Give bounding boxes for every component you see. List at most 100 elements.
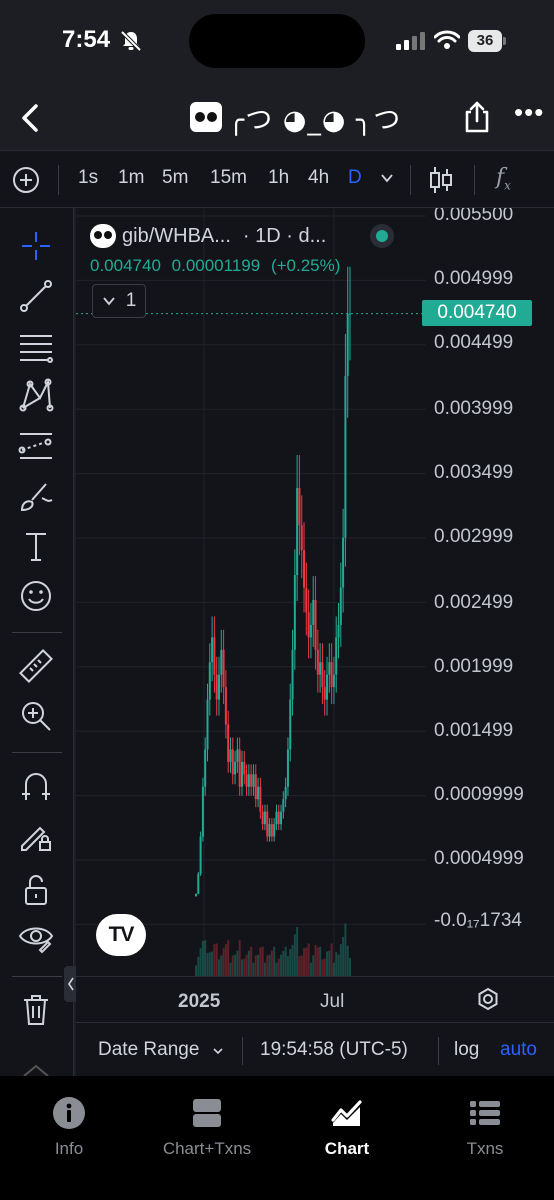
nav-header: ╭つ ◕_◕ ╮つ ••• xyxy=(0,84,554,150)
pattern-tool-icon[interactable] xyxy=(18,378,54,414)
volume-bar xyxy=(254,955,257,976)
volume-bar xyxy=(252,962,255,976)
candlestick-type-icon[interactable] xyxy=(428,165,454,195)
text-tool-icon[interactable] xyxy=(18,528,54,564)
settings-gear-icon[interactable] xyxy=(476,987,500,1011)
zoom-in-icon[interactable] xyxy=(18,698,54,734)
tab-txns[interactable]: Txns xyxy=(420,1096,550,1166)
chevron-down-icon[interactable] xyxy=(380,171,394,185)
candle-body xyxy=(323,687,326,700)
magnet-icon[interactable] xyxy=(18,768,54,804)
volume-bar xyxy=(303,948,306,976)
candle-body xyxy=(229,749,232,762)
volume-bar xyxy=(286,956,289,976)
emoji-tool-icon[interactable] xyxy=(18,578,54,614)
bar-separator xyxy=(438,1037,439,1065)
battery-level: 36 xyxy=(468,30,502,52)
candle-body xyxy=(321,662,324,688)
volume-bar xyxy=(231,955,234,976)
log-scale-toggle[interactable]: log xyxy=(454,1039,479,1061)
volume-bar xyxy=(339,944,342,976)
indicators-fx-icon[interactable]: fx xyxy=(496,165,511,192)
volume-bar xyxy=(284,946,287,976)
legend-interval: · 1D · d... xyxy=(242,224,327,247)
candle-body xyxy=(217,674,220,700)
brush-tool-icon[interactable] xyxy=(18,478,54,514)
unlock-icon[interactable] xyxy=(18,872,54,908)
date-range-button[interactable]: Date Range xyxy=(98,1039,199,1061)
volume-bar xyxy=(259,947,262,976)
chart-legend: gib/WHBA... · 1D · d... xyxy=(90,222,326,250)
candle-body xyxy=(319,662,322,675)
chevron-down-icon[interactable] xyxy=(212,1045,224,1057)
time-axis[interactable]: 2025 Jul xyxy=(76,976,554,1022)
price-axis-label: 0.003999 xyxy=(434,398,514,419)
more-options-icon[interactable]: ••• xyxy=(514,99,544,125)
collapse-legend-button[interactable]: 1 xyxy=(92,284,146,318)
crosshair-tool-icon[interactable] xyxy=(18,228,54,264)
tab-chart-txns[interactable]: Chart+Txns xyxy=(142,1096,272,1166)
visibility-eye-icon[interactable] xyxy=(18,920,54,956)
interval-4h[interactable]: 4h xyxy=(308,167,329,189)
tradingview-logo-icon[interactable]: TV xyxy=(96,914,146,956)
trash-icon[interactable] xyxy=(18,992,54,1028)
volume-bar xyxy=(238,940,241,976)
volume-bar xyxy=(346,945,349,976)
back-button[interactable] xyxy=(14,100,46,136)
candle-body xyxy=(243,761,246,775)
interval-1m[interactable]: 1m xyxy=(118,167,144,189)
candle-body xyxy=(337,624,340,638)
volume-bar xyxy=(217,959,220,976)
price-axis-label: 0.005500 xyxy=(434,208,514,225)
candle-body xyxy=(240,761,243,787)
legend-symbol[interactable]: gib/WHBA... xyxy=(122,225,231,248)
add-symbol-button[interactable] xyxy=(12,166,40,194)
price-axis-label: 0.004999 xyxy=(434,268,514,289)
tab-info[interactable]: Info xyxy=(4,1096,134,1166)
legend-values: 0.004740 0.00001199 (+0.25%) xyxy=(90,256,346,276)
volume-bar xyxy=(312,955,315,976)
ruler-tool-icon[interactable] xyxy=(18,648,54,684)
price-chart[interactable]: gib/WHBA... · 1D · d... 0.004740 0.00001… xyxy=(76,208,554,1022)
lock-drawings-pencil-icon[interactable] xyxy=(18,818,54,854)
volume-bar xyxy=(270,950,273,976)
status-bar: 7:54 36 xyxy=(0,0,554,84)
candle-body xyxy=(204,749,207,787)
candle-body xyxy=(247,774,250,787)
candle-body xyxy=(227,724,230,762)
candle-body xyxy=(199,836,202,874)
auto-scale-toggle[interactable]: auto xyxy=(500,1039,537,1061)
timezone-clock[interactable]: 19:54:58 (UTC-5) xyxy=(260,1039,408,1061)
candle-body xyxy=(307,612,310,638)
fib-retracement-tool-icon[interactable] xyxy=(18,328,54,364)
candle-body xyxy=(293,575,296,650)
candle-body xyxy=(349,313,351,315)
token-title-text: ╭つ ◕_◕ ╮つ xyxy=(228,104,402,136)
toolbar-separator xyxy=(58,165,59,195)
volume-bar xyxy=(234,954,237,976)
tab-chart[interactable]: Chart xyxy=(282,1096,412,1166)
trend-line-tool-icon[interactable] xyxy=(18,278,54,314)
split-view-icon xyxy=(193,1099,221,1127)
token-avatar-icon xyxy=(190,102,222,132)
info-icon xyxy=(53,1097,85,1129)
interval-1h[interactable]: 1h xyxy=(268,167,289,189)
time-axis-label: 2025 xyxy=(178,991,221,1012)
list-icon xyxy=(470,1101,500,1125)
volume-bar xyxy=(293,934,296,976)
drawing-toolbar xyxy=(0,208,74,1077)
volume-bar xyxy=(247,950,250,976)
volume-bar xyxy=(289,948,292,976)
interval-1s[interactable]: 1s xyxy=(78,167,98,189)
interval-d[interactable]: D xyxy=(348,167,362,189)
volume-bar xyxy=(261,946,264,976)
interval-5m[interactable]: 5m xyxy=(162,167,188,189)
share-button[interactable] xyxy=(462,100,492,134)
token-title: ╭つ ◕_◕ ╮つ xyxy=(190,98,401,136)
interval-15m[interactable]: 15m xyxy=(210,167,247,189)
volume-bar xyxy=(314,944,317,976)
forecast-tool-icon[interactable] xyxy=(18,428,54,464)
candle-body xyxy=(238,749,241,787)
legend-last-price: 0.004740 xyxy=(90,256,161,275)
volume-bar xyxy=(266,955,269,976)
